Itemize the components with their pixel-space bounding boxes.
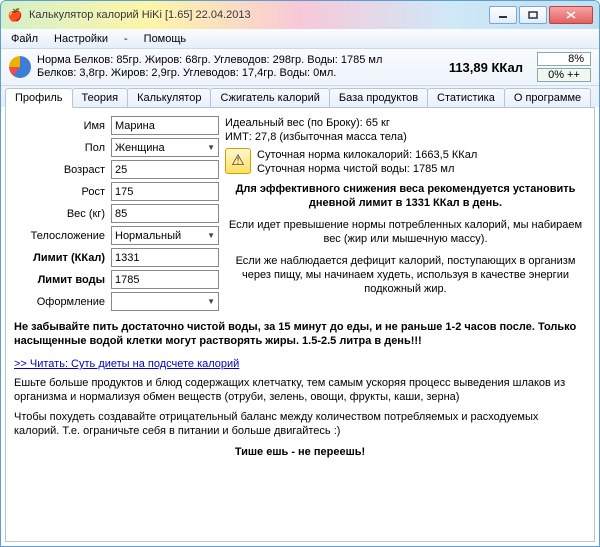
profile-upper: Имя Пол Женщина ▼ Возраст Рост Вес (кг) Те…: [14, 116, 586, 314]
window-controls: [489, 6, 593, 24]
limit-label: Лимит (ККал): [14, 252, 111, 264]
name-input[interactable]: [111, 116, 219, 135]
app-icon: 🍎: [7, 7, 23, 23]
chevron-down-icon: ▼: [207, 231, 215, 240]
norms-line1: Норма Белков: 85гр. Жиров: 68гр. Углевод…: [37, 54, 443, 67]
tab-theory[interactable]: Теория: [72, 88, 129, 107]
total-kcal: 113,89 ККал: [449, 60, 523, 75]
tab-burner[interactable]: Сжигатель калорий: [210, 88, 329, 107]
close-button[interactable]: [549, 6, 593, 24]
summary-text: Норма Белков: 85гр. Жиров: 68гр. Углевод…: [37, 54, 443, 80]
theme-select[interactable]: ▼: [111, 292, 219, 311]
name-label: Имя: [14, 120, 111, 132]
weight-input[interactable]: [111, 204, 219, 223]
pie-chart-icon: [9, 56, 31, 78]
percent-box: 8%: [537, 52, 591, 66]
recommend-text: Для эффективного снижения веса рекоменду…: [225, 182, 586, 210]
tab-about[interactable]: О программе: [504, 88, 591, 107]
daily-kcal: Суточная норма килокалорий: 1663,5 ККал: [257, 148, 477, 162]
menubar: Файл Настройки - Помощь: [1, 29, 599, 49]
height-label: Рост: [14, 186, 111, 198]
age-label: Возраст: [14, 164, 111, 176]
diet-link[interactable]: >> Читать: Суть диеты на подсчете калори…: [14, 358, 586, 370]
info-p1: Если идет превышение нормы потребленных …: [225, 218, 586, 246]
limit-input[interactable]: [111, 248, 219, 267]
daily-water: Суточная норма чистой воды: 1785 мл: [257, 162, 477, 176]
height-input[interactable]: [111, 182, 219, 201]
water-label: Лимит воды: [14, 274, 111, 286]
plus-box: 0% ++: [537, 68, 591, 82]
final-slogan: Тише ешь - не переешь!: [14, 446, 586, 458]
pct-boxes: 8% 0% ++: [537, 52, 591, 82]
bmi-text: ИМТ: 27,8 (избыточная масса тела): [225, 130, 586, 144]
tip-1: Ешьте больше продуктов и блюд содержащих…: [14, 376, 586, 404]
app-window: 🍎 Калькулятор калорий HiKi [1.65] 22.04.…: [0, 0, 600, 547]
tab-content: Имя Пол Женщина ▼ Возраст Рост Вес (кг) Те…: [5, 107, 595, 542]
chevron-down-icon: ▼: [207, 143, 215, 152]
body-value: Нормальный: [115, 230, 181, 242]
tab-profile[interactable]: Профиль: [5, 88, 73, 108]
maximize-button[interactable]: [519, 6, 547, 24]
ideal-weight: Идеальный вес (по Броку): 65 кг: [225, 116, 586, 130]
water-warning: Не забывайте пить достаточно чистой воды…: [14, 320, 586, 348]
body-label: Телосложение: [14, 230, 111, 242]
sex-select[interactable]: Женщина ▼: [111, 138, 219, 157]
warning-icon: ⚠: [225, 148, 251, 174]
norms-line2: Белков: 3,8гр. Жиров: 2,9гр. Углеводов: …: [37, 67, 443, 80]
tab-calculator[interactable]: Калькулятор: [127, 88, 211, 107]
sex-label: Пол: [14, 142, 111, 154]
profile-info: Идеальный вес (по Броку): 65 кг ИМТ: 27,…: [225, 116, 586, 314]
profile-form: Имя Пол Женщина ▼ Возраст Рост Вес (кг) Те…: [14, 116, 219, 314]
theme-label: Оформление: [14, 296, 111, 308]
tip-2: Чтобы похудеть создавайте отрицательный …: [14, 410, 586, 438]
titlebar: 🍎 Калькулятор калорий HiKi [1.65] 22.04.…: [1, 1, 599, 29]
tab-database[interactable]: База продуктов: [329, 88, 428, 107]
info-p2: Если же наблюдается дефицит калорий, пос…: [225, 254, 586, 296]
age-input[interactable]: [111, 160, 219, 179]
water-input[interactable]: [111, 270, 219, 289]
tips-block: Ешьте больше продуктов и блюд содержащих…: [14, 376, 586, 438]
menu-help[interactable]: Помощь: [136, 31, 195, 47]
menu-dash: -: [116, 31, 136, 47]
tab-bar: Профиль Теория Калькулятор Сжигатель кал…: [1, 86, 599, 107]
minimize-button[interactable]: [489, 6, 517, 24]
chevron-down-icon: ▼: [207, 297, 215, 306]
sex-value: Женщина: [115, 142, 165, 154]
window-title: Калькулятор калорий HiKi [1.65] 22.04.20…: [29, 9, 489, 21]
summary-panel: Норма Белков: 85гр. Жиров: 68гр. Углевод…: [1, 49, 599, 86]
menu-settings[interactable]: Настройки: [46, 31, 116, 47]
body-select[interactable]: Нормальный ▼: [111, 226, 219, 245]
weight-label: Вес (кг): [14, 208, 111, 220]
tab-statistics[interactable]: Статистика: [427, 88, 505, 107]
menu-file[interactable]: Файл: [3, 31, 46, 47]
